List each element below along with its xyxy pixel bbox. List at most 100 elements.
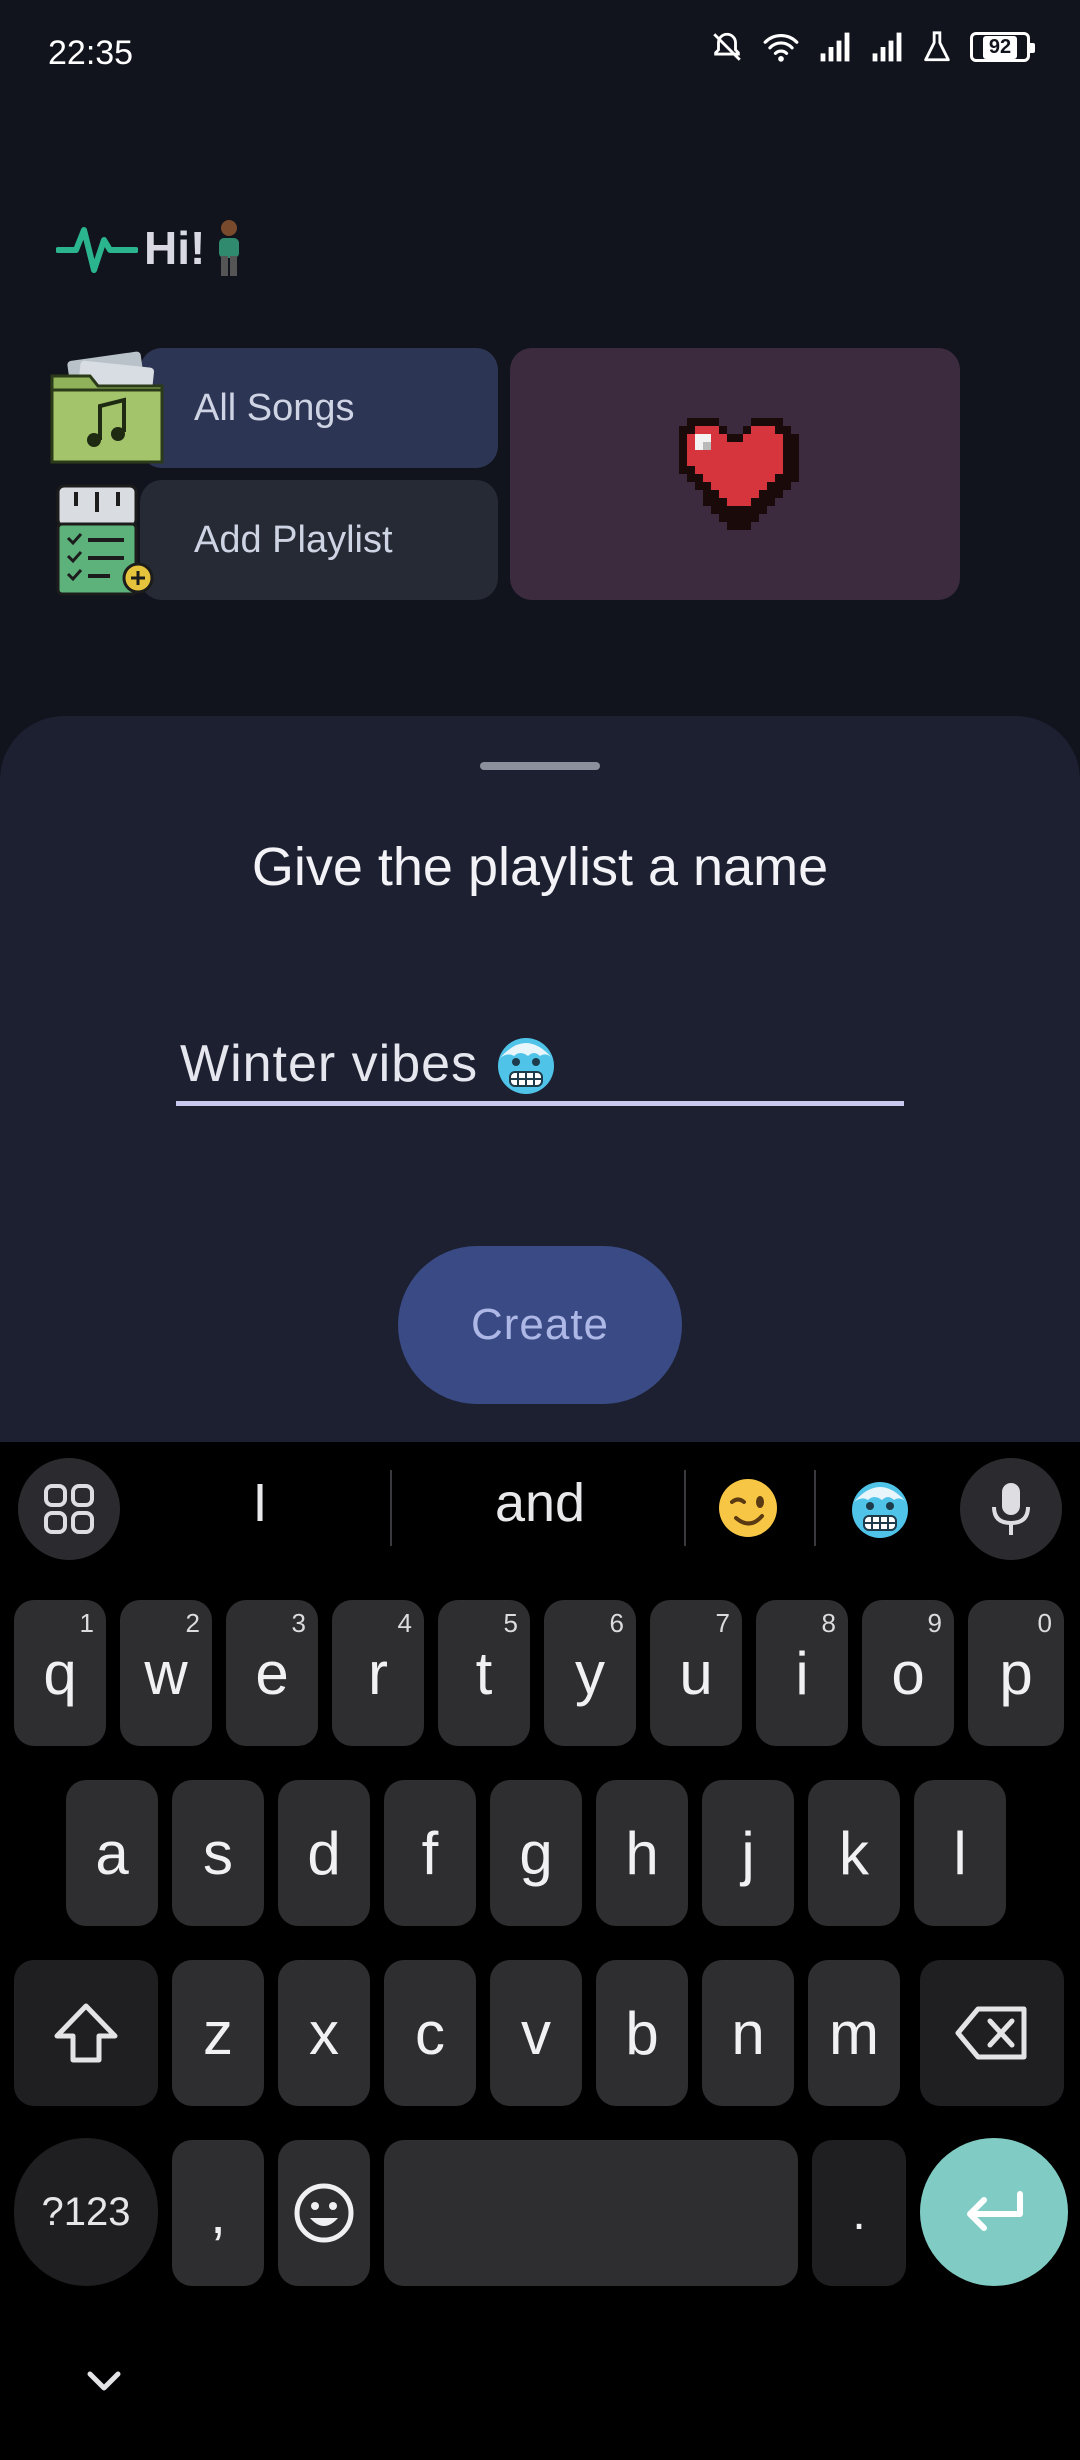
key-r[interactable]: r4 xyxy=(332,1600,424,1746)
enter-key[interactable] xyxy=(920,2138,1068,2286)
key-hint: 2 xyxy=(185,1608,200,1638)
key-hint: 1 xyxy=(79,1608,94,1638)
cold-face-emoji xyxy=(498,1038,555,1094)
add-playlist-label: Add Playlist xyxy=(194,518,393,561)
key-c[interactable]: c xyxy=(384,1960,476,2106)
signal-icon xyxy=(872,32,902,62)
key-q[interactable]: q1 xyxy=(14,1600,106,1746)
key-label: t xyxy=(475,1639,493,1707)
key-a[interactable]: a xyxy=(66,1780,158,1926)
add-playlist-card[interactable]: Add Playlist xyxy=(140,480,498,600)
key-hint: 0 xyxy=(1037,1608,1052,1638)
greeting-text: Hi! xyxy=(144,222,206,274)
suggestion-divider xyxy=(390,1470,392,1546)
suggestion-2[interactable]: and xyxy=(420,1472,660,1534)
drag-handle[interactable] xyxy=(480,762,600,770)
cold-face-emoji[interactable] xyxy=(848,1476,912,1540)
key-hint: 6 xyxy=(609,1608,624,1638)
microphone-icon xyxy=(992,1483,1030,1535)
key-hint: 9 xyxy=(927,1608,942,1638)
bottom-sheet: Give the playlist a name Winter vibes Cr… xyxy=(0,716,1080,1446)
playlist-name-input[interactable]: Winter vibes xyxy=(176,1026,904,1106)
key-n[interactable]: n xyxy=(702,1960,794,2106)
signal-icon xyxy=(820,32,850,62)
key-z[interactable]: z xyxy=(172,1960,264,2106)
key-label: r xyxy=(368,1639,388,1707)
grid-icon xyxy=(44,1484,94,1534)
shift-key[interactable] xyxy=(14,1960,158,2106)
emoji-key[interactable] xyxy=(278,2140,370,2286)
key-label: w xyxy=(144,1639,188,1707)
key-s[interactable]: s xyxy=(172,1780,264,1926)
key-label: i xyxy=(795,1639,809,1707)
create-button[interactable]: Create xyxy=(398,1246,682,1404)
all-songs-label: All Songs xyxy=(194,386,355,429)
key-k[interactable]: k xyxy=(808,1780,900,1926)
sheet-title: Give the playlist a name xyxy=(251,837,829,897)
key-hint: 4 xyxy=(397,1608,412,1638)
status-icons: 92 xyxy=(710,30,1035,64)
greeting-header: Hi! xyxy=(56,218,247,278)
key-label: u xyxy=(679,1639,713,1707)
key-i[interactable]: i8 xyxy=(756,1600,848,1746)
all-songs-card[interactable]: All Songs xyxy=(140,348,498,468)
space-key[interactable] xyxy=(384,2140,798,2286)
suggestion-bar: I and xyxy=(0,1442,1080,1574)
key-p[interactable]: p0 xyxy=(968,1600,1064,1746)
keyboard-apps-button[interactable] xyxy=(18,1458,120,1560)
keyboard-collapse-icon[interactable] xyxy=(84,2368,124,2394)
lab-flask-icon xyxy=(924,31,950,62)
key-o[interactable]: o9 xyxy=(862,1600,954,1746)
playlist-name-value: Winter vibes xyxy=(180,1035,479,1093)
pulse-wave-icon xyxy=(56,227,138,273)
key-w[interactable]: w2 xyxy=(120,1600,212,1746)
status-bar: 22:35 92 xyxy=(0,0,1080,110)
comma-key[interactable]: , xyxy=(172,2140,264,2286)
person-emoji-icon xyxy=(219,220,240,276)
key-g[interactable]: g xyxy=(490,1780,582,1926)
key-h[interactable]: h xyxy=(596,1780,688,1926)
symbols-key[interactable]: ?123 xyxy=(14,2138,158,2286)
key-label: y xyxy=(575,1639,605,1707)
suggestion-divider xyxy=(684,1470,686,1546)
key-e[interactable]: e3 xyxy=(226,1600,318,1746)
key-v[interactable]: v xyxy=(490,1960,582,2106)
key-j[interactable]: j xyxy=(702,1780,794,1926)
key-m[interactable]: m xyxy=(808,1960,900,2106)
music-folder-icon xyxy=(50,351,164,464)
smiley-icon xyxy=(294,2183,354,2243)
key-b[interactable]: b xyxy=(596,1960,688,2106)
key-x[interactable]: x xyxy=(278,1960,370,2106)
period-key[interactable]: . xyxy=(812,2140,906,2286)
key-label: q xyxy=(43,1639,77,1707)
soft-keyboard: I and q1 w2 e3 r4 t5 y6 u7 i 8 o 9 p 0 a… xyxy=(0,1442,1080,2460)
key-d[interactable]: d xyxy=(278,1780,370,1926)
suggestion-1[interactable]: I xyxy=(200,1472,320,1534)
key-hint: 7 xyxy=(715,1608,730,1638)
shift-icon xyxy=(54,2003,118,2063)
key-label: e xyxy=(255,1639,289,1707)
battery-level: 92 xyxy=(982,35,1018,59)
battery-icon: 92 xyxy=(970,32,1035,62)
key-l[interactable]: l xyxy=(914,1780,1006,1926)
backspace-icon xyxy=(955,2006,1027,2060)
voice-input-button[interactable] xyxy=(960,1458,1062,1560)
key-hint: 8 xyxy=(821,1608,836,1638)
wifi-icon xyxy=(763,34,799,62)
enter-arrow-icon xyxy=(967,2191,1023,2231)
key-f[interactable]: f xyxy=(384,1780,476,1926)
key-u[interactable]: u7 xyxy=(650,1600,742,1746)
key-y[interactable]: y6 xyxy=(544,1600,636,1746)
backspace-key[interactable] xyxy=(920,1960,1064,2106)
key-label: p xyxy=(999,1639,1033,1707)
key-t[interactable]: t5 xyxy=(438,1600,530,1746)
pixel-heart-icon xyxy=(679,418,799,530)
key-hint: 5 xyxy=(503,1608,518,1638)
favorites-card[interactable] xyxy=(510,348,960,600)
suggestion-divider xyxy=(814,1470,816,1546)
playlist-add-icon xyxy=(56,484,154,596)
mute-bell-icon xyxy=(713,32,741,61)
winking-face-emoji[interactable] xyxy=(716,1476,780,1540)
status-time: 22:35 xyxy=(48,34,134,72)
key-label: o xyxy=(891,1639,925,1707)
